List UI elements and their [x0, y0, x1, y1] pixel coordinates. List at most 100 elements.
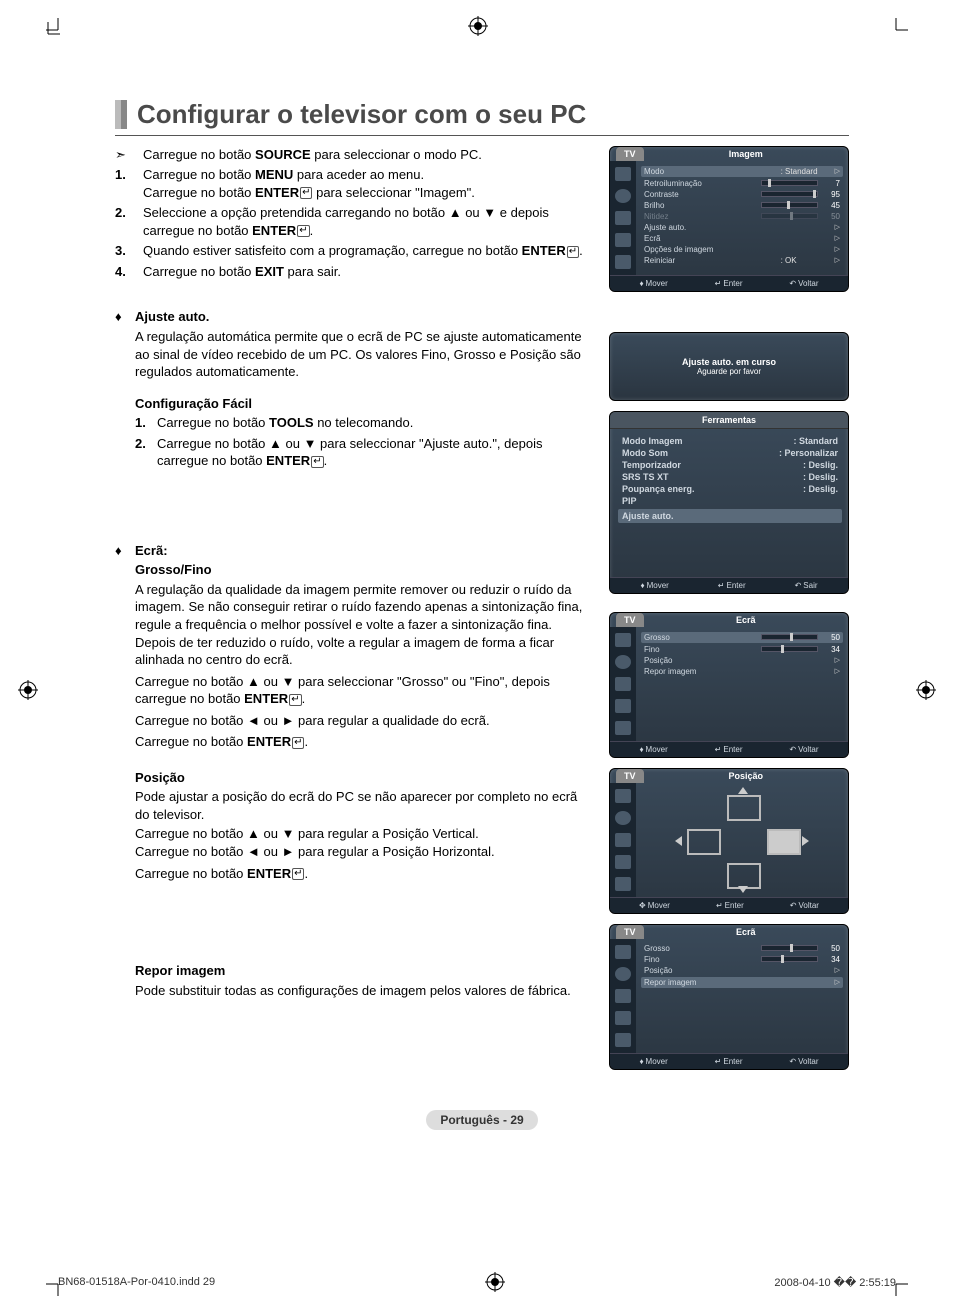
repor-heading: Repor imagem	[135, 962, 591, 980]
diamond-icon: ♦	[115, 308, 135, 380]
enter-icon: ↵	[289, 694, 301, 706]
osd-posicao: TV Posição	[609, 768, 849, 914]
sound-icon	[615, 189, 631, 203]
step-2: 2. Seleccione a opção pretendida carrega…	[115, 204, 591, 239]
row-fino: Fino 34	[644, 644, 840, 655]
cf-step-1: 1. Carregue no botão TOOLS no telecomand…	[135, 414, 591, 432]
posicao-c: Carregue no botão ◄ ou ► para regular a …	[135, 843, 591, 861]
osd-ferramentas: Ferramentas Modo Imagem: Standard Modo S…	[609, 411, 849, 594]
chevron-right-icon: ▷	[835, 167, 840, 175]
move-hint: ♦ Mover	[640, 581, 668, 590]
row-posicao: Posição▷	[644, 965, 840, 976]
tv-tab: TV	[616, 613, 644, 627]
up-arrow-icon	[738, 787, 748, 794]
enter-icon: ↵	[567, 246, 579, 258]
crop-mark-br	[890, 1278, 908, 1296]
osd-imagem: TV Imagem Modo	[609, 146, 849, 292]
osd-row-modo: Modo : Standard ▷	[641, 166, 843, 177]
tv-tab: TV	[616, 147, 644, 161]
chevron-right-icon: ▷	[835, 245, 840, 253]
registration-mark-top	[468, 16, 488, 36]
tv-tab: TV	[616, 769, 644, 783]
osd-row-ecra: Ecrã▷	[644, 233, 840, 244]
osd-row-reiniciar: Reiniciar: OK▷	[644, 255, 840, 266]
config-facil-heading: Configuração Fácil	[135, 395, 591, 413]
ajuste-auto-heading: Ajuste auto.	[135, 308, 591, 326]
grosso-fino-b: Carregue no botão ▲ ou ▼ para selecciona…	[135, 673, 591, 708]
ajuste-auto-body: A regulação automática permite que o ecr…	[135, 328, 591, 381]
row-repor: Repor imagem▷	[641, 977, 843, 988]
row-repor: Repor imagem▷	[644, 666, 840, 677]
right-arrow-icon	[802, 836, 809, 846]
return-hint: ↶ Voltar	[789, 279, 818, 288]
tools-row-srs: SRS TS XT: Deslig.	[622, 471, 838, 483]
title-rule	[115, 135, 849, 136]
position-control	[636, 783, 848, 897]
osd-row-ajuste: Ajuste auto.▷	[644, 222, 840, 233]
enter-icon: ↵	[300, 187, 312, 199]
tools-row-ajuste: Ajuste auto.	[618, 509, 842, 523]
posicao-heading: Posição	[135, 769, 591, 787]
registration-mark-right	[916, 680, 936, 700]
step-1: 1. Carregue no botão MENU para aceder ao…	[115, 166, 591, 201]
osd-row-retro: Retroiluminação 7	[644, 178, 840, 189]
tools-row-modo-som: Modo Som: Personalizar	[622, 447, 838, 459]
chevron-right-icon: ▷	[835, 256, 840, 264]
osd-ecra-2: TV Ecrã Grosso 50 Fino	[609, 924, 849, 1070]
setup-icon	[615, 233, 631, 247]
enter-icon: ↵	[292, 868, 304, 880]
step-4: 4. Carregue no botão EXIT para sair.	[115, 263, 591, 281]
manual-page: Configurar o televisor com o seu PC ➣ Ca…	[0, 0, 954, 1314]
tools-title: Ferramentas	[610, 412, 848, 429]
row-fino: Fino 34	[644, 954, 840, 965]
exit-hint: ↶ Sair	[795, 581, 818, 590]
osd-ecra-1: TV Ecrã Grosso 50 Fino	[609, 612, 849, 758]
row-posicao: Posição▷	[644, 655, 840, 666]
auto-line1: Ajuste auto. em curso	[618, 357, 840, 367]
osd-title: Posição	[644, 769, 848, 783]
intro-arrow-icon: ➣	[115, 146, 143, 164]
osd-title: Imagem	[644, 147, 848, 161]
slider	[761, 191, 818, 197]
posicao-a: Pode ajustar a posição do ecrã do PC se …	[135, 788, 591, 823]
intro-line: ➣ Carregue no botão SOURCE para seleccio…	[115, 146, 591, 164]
enter-hint: ↵ Enter	[715, 279, 743, 288]
osd-row-nitidez: Nitidez 50	[644, 211, 840, 222]
enter-icon: ↵	[292, 737, 304, 749]
osd-column: TV Imagem Modo	[609, 146, 849, 1080]
osd-footer: ♦ Mover ↵ Enter ↶ Voltar	[610, 275, 848, 291]
tools-row-modo-img: Modo Imagem: Standard	[622, 435, 838, 447]
left-arrow-icon	[675, 836, 682, 846]
crop-mark-tl	[46, 18, 64, 36]
section-ajuste-auto: ♦ Ajuste auto. A regulação automática pe…	[115, 308, 591, 380]
chevron-right-icon: ▷	[835, 234, 840, 242]
tools-row-pip: PIP	[622, 495, 838, 507]
section-ecra: ♦ Ecrã: Grosso/Fino A regulação da quali…	[115, 542, 591, 999]
channel-icon	[615, 211, 631, 225]
auto-line2: Aguarde por favor	[618, 367, 840, 376]
ecra-heading: Ecrã:	[135, 542, 591, 560]
cf-step-2: 2. Carregue no botão ▲ ou ▼ para selecci…	[135, 435, 591, 470]
content-area: Configurar o televisor com o seu PC ➣ Ca…	[115, 100, 849, 1130]
slider	[761, 202, 818, 208]
chevron-right-icon: ▷	[835, 223, 840, 231]
osd-row-opcoes: Opções de imagem▷	[644, 244, 840, 255]
grosso-fino-c: Carregue no botão ◄ ou ► para regular a …	[135, 712, 591, 730]
title-block: Configurar o televisor com o seu PC	[115, 100, 849, 129]
osd-auto-msg: Ajuste auto. em curso Aguarde por favor	[609, 332, 849, 401]
repor-body: Pode substituir todas as configurações d…	[135, 982, 591, 1000]
grosso-fino-d: Carregue no botão ENTER↵.	[135, 733, 591, 751]
enter-icon: ↵	[311, 456, 323, 468]
crop-mark-tr	[890, 18, 908, 36]
page-number: Português - 29	[426, 1110, 537, 1130]
registration-mark-left	[18, 680, 38, 700]
grosso-fino-body: A regulação da qualidade da imagem permi…	[135, 581, 591, 669]
tools-row-poup: Poupança energ.: Deslig.	[622, 483, 838, 495]
diamond-icon: ♦	[115, 542, 135, 999]
osd-row-contraste: Contraste 95	[644, 189, 840, 200]
posicao-d: Carregue no botão ENTER↵.	[135, 865, 591, 883]
step-3: 3. Quando estiver satisfeito com a progr…	[115, 242, 591, 260]
enter-icon: ↵	[297, 225, 309, 237]
osd-footer: ♦ Mover ↵ Enter ↶ Sair	[610, 577, 848, 593]
picture-icon	[615, 167, 631, 181]
